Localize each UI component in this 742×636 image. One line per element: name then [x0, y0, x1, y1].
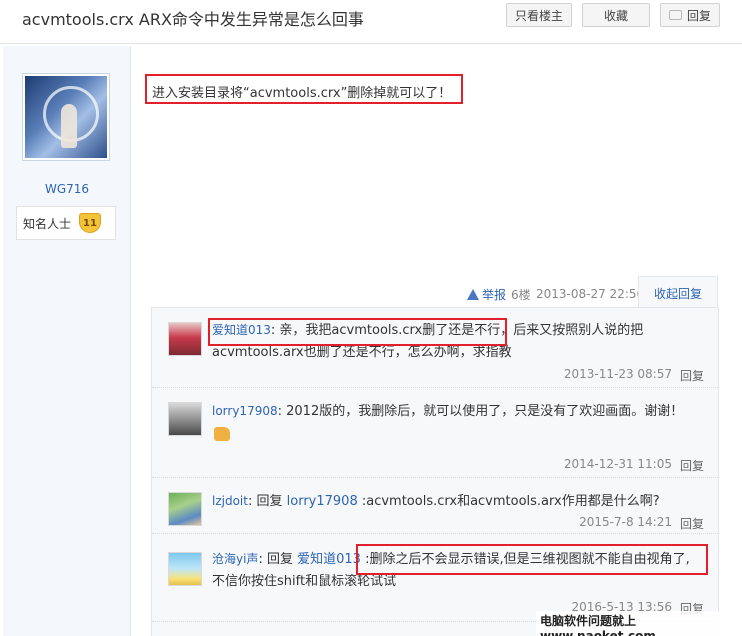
avatar-image [25, 76, 107, 158]
thread-title: acvmtools.crx ARX命令中发生异常是怎么回事 [22, 10, 364, 29]
comment-time: 2015-7-8 14:21 [579, 515, 672, 529]
commenter-avatar[interactable] [168, 552, 202, 586]
reply-icon [668, 10, 682, 20]
comment-time: 2013-11-23 08:57 [563, 367, 672, 381]
comment-footer: 2013-11-23 08:57 回复 [564, 367, 704, 384]
reply-button[interactable]: 回复 [660, 3, 720, 27]
highlight-box [356, 544, 708, 575]
commenter-name[interactable]: lzjdoit [212, 494, 248, 508]
report-label: 举报 [482, 287, 507, 302]
commenter-name[interactable]: 沧海yi声 [212, 552, 258, 566]
post-time: 2013-08-27 22:56 [536, 287, 645, 301]
commenter-avatar[interactable] [168, 322, 202, 356]
badge-label: 知名人士 [23, 216, 72, 231]
comment-reply-word: 回复 [256, 494, 283, 509]
floor-number: 6楼 [511, 287, 531, 302]
comment-footer: 2014-12-31 11:05 回复 [564, 457, 704, 474]
author-username[interactable]: WG716 [3, 182, 131, 196]
report-link[interactable]: 举报 [467, 284, 506, 304]
level-icon: 11 [79, 213, 102, 233]
comment-text: lorry17908: 2012版的，我删除后，就可以使用了，只是没有了欢迎画面… [212, 400, 702, 445]
thumbs-up-icon [214, 426, 230, 441]
comment-reply-word: 回复 [266, 552, 293, 567]
only-op-button[interactable]: 只看楼主 [506, 3, 572, 27]
author-badge[interactable]: 知名人士 11 [16, 206, 116, 240]
commenter-avatar[interactable] [168, 492, 202, 526]
comment-time: 2014-12-31 11:05 [563, 457, 672, 471]
comment-reply-link[interactable]: 回复 [680, 457, 704, 474]
reply-button-label: 回复 [686, 8, 711, 23]
highlight-box [208, 318, 507, 346]
comment-item: lzjdoit: 回复 lorry17908 :acvmtools.crx和ac… [152, 478, 718, 534]
comment-body: 2012版的，我删除后，就可以使用了，只是没有了欢迎画面。谢谢！ [286, 404, 684, 419]
comment-list: 爱知道013: 亲，我把acvmtools.crx删了还是不行，后来又按照别人说… [151, 307, 719, 636]
comment-item: lorry17908: 2012版的，我删除后，就可以使用了，只是没有了欢迎画面… [152, 388, 718, 478]
reply-target-name[interactable]: lorry17908 [287, 494, 358, 509]
comment-body: :acvmtools.crx和acvmtools.arx作用都是什么啊? [361, 494, 660, 509]
warning-icon [467, 288, 479, 300]
collapse-replies-button[interactable]: 收起回复 [638, 276, 718, 308]
favorite-button[interactable]: 收藏 [582, 3, 650, 27]
comment-text: lzjdoit: 回复 lorry17908 :acvmtools.crx和ac… [212, 494, 660, 509]
comment-reply-link[interactable]: 回复 [680, 367, 704, 384]
commenter-avatar[interactable] [168, 402, 202, 436]
author-panel: WG716 知名人士 11 [3, 46, 131, 636]
comment-reply-link[interactable]: 回复 [680, 515, 704, 532]
thread-header: acvmtools.crx ARX命令中发生异常是怎么回事 只看楼主 收藏 回复 [0, 0, 742, 44]
commenter-name[interactable]: lorry17908 [212, 404, 278, 418]
comment-footer: 2015-7-8 14:21 回复 [579, 515, 704, 532]
site-watermark: 电脑软件问题就上www.naoket.com [536, 611, 742, 636]
author-avatar[interactable] [22, 73, 110, 161]
highlight-box [145, 74, 463, 104]
reply-target-name[interactable]: 爱知道013 [297, 552, 361, 567]
